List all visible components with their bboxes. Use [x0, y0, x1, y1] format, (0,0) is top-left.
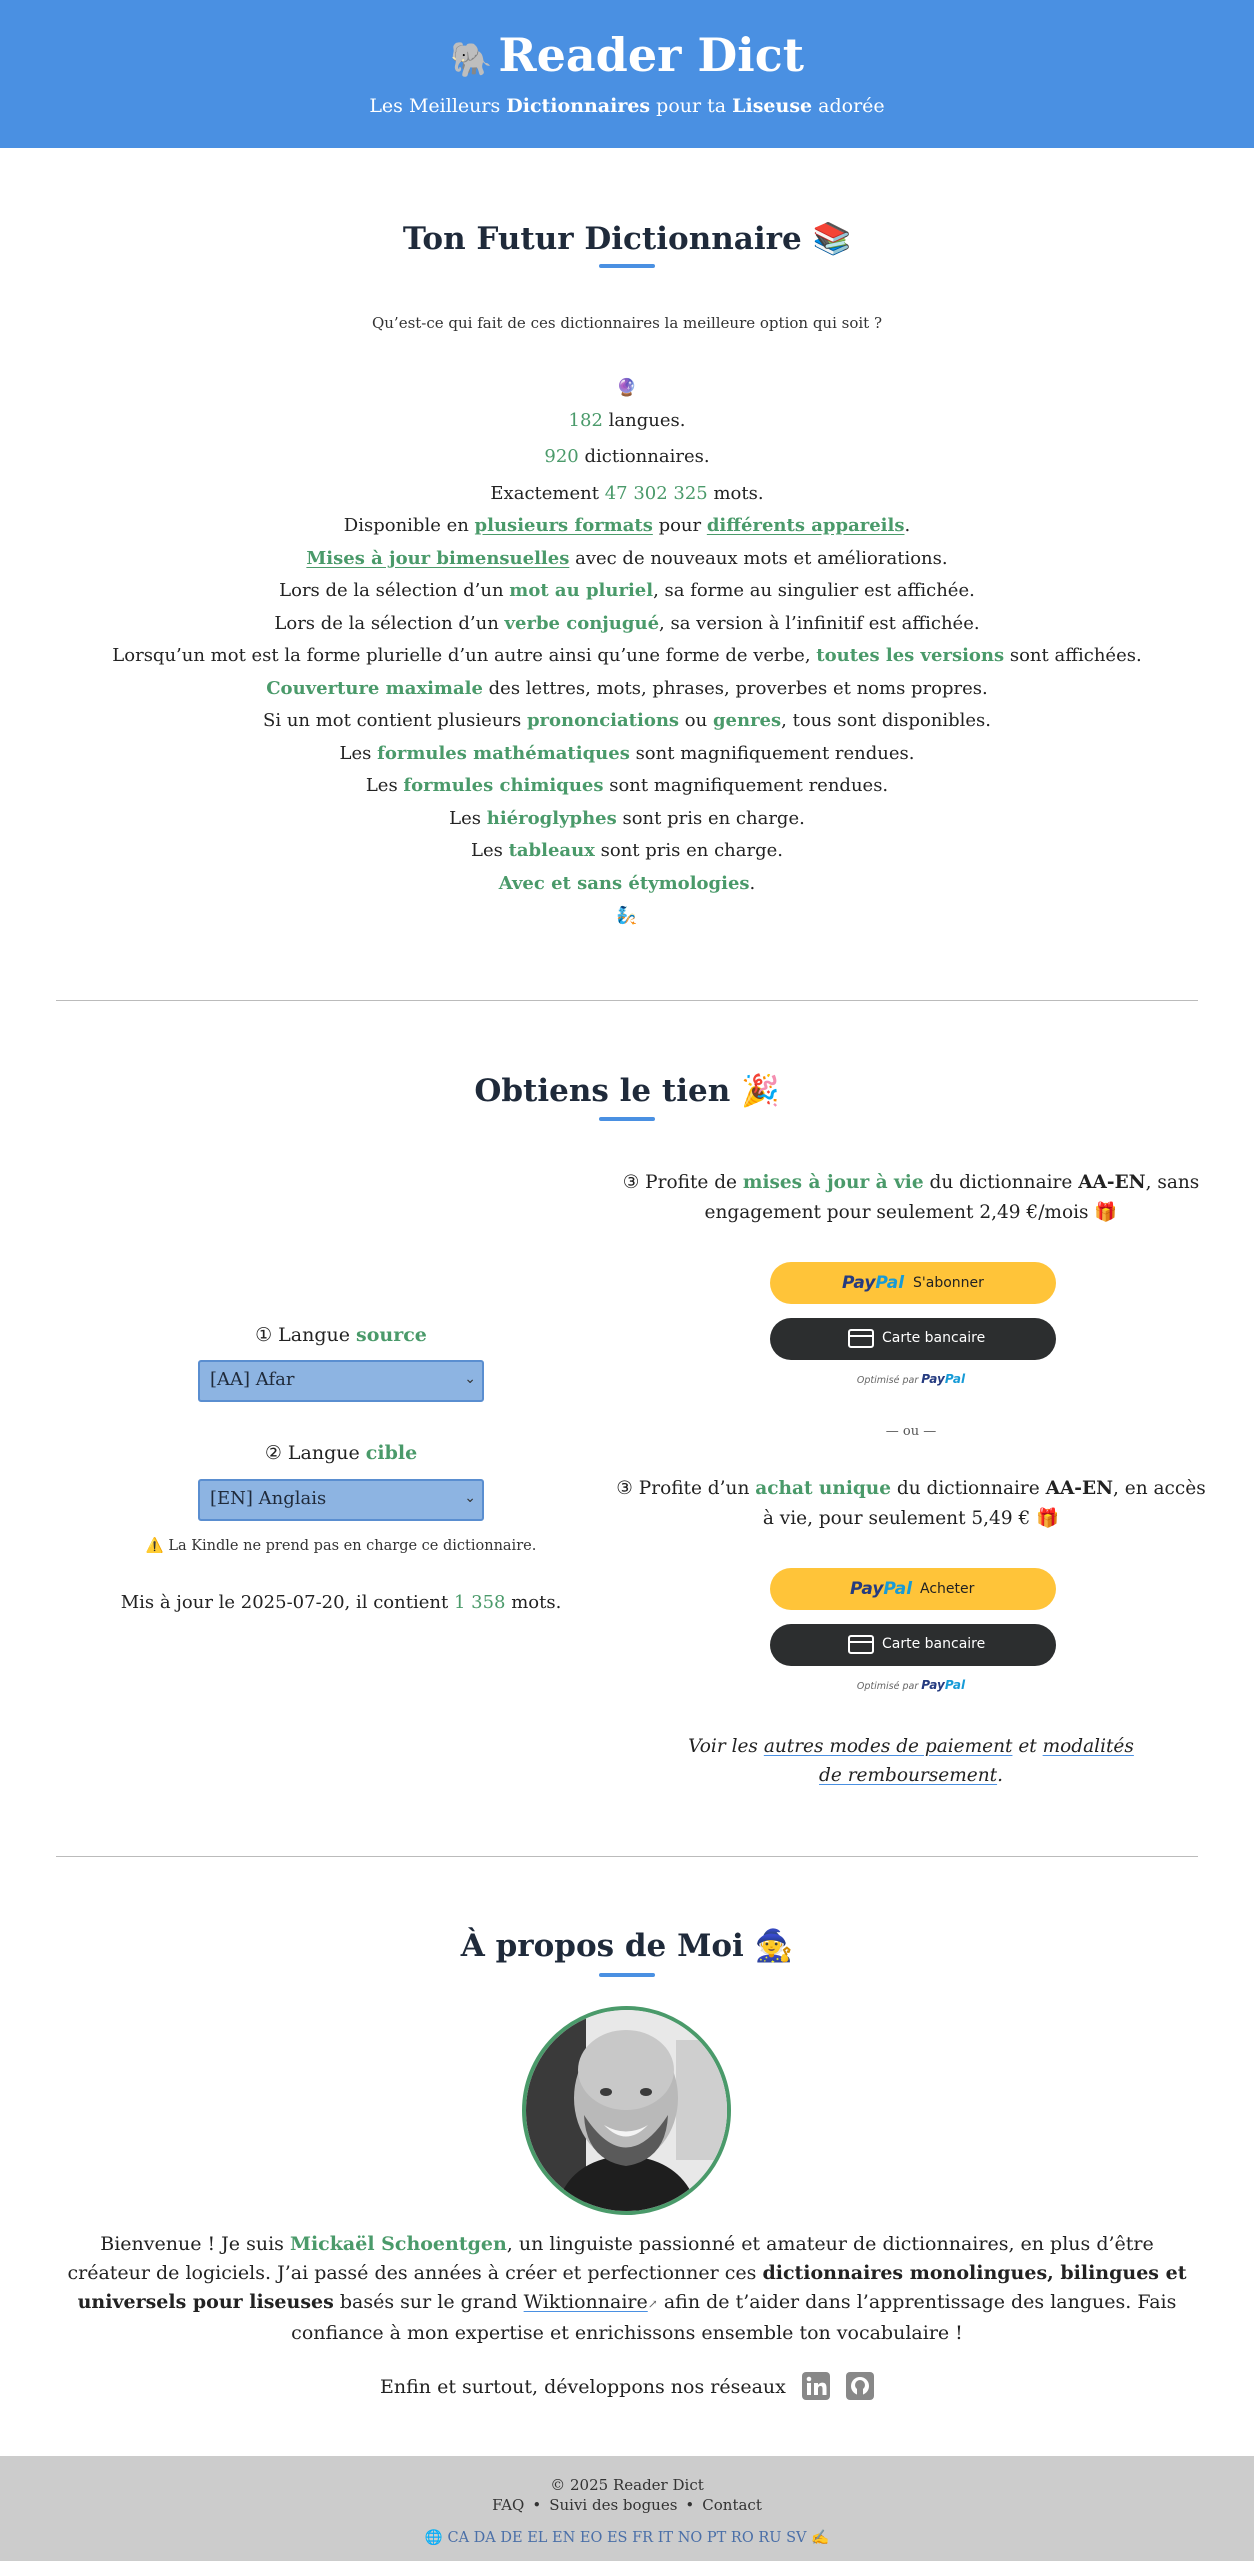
avatar: [522, 2006, 731, 2215]
chevron-down-icon: ⌄: [464, 1490, 476, 1506]
paypal-logo-icon: PayPal: [850, 1579, 912, 1599]
label-text: Langue: [281, 1442, 366, 1464]
portrait-image: [526, 2010, 727, 2211]
other-payment-info: Voir les autres modes de paiement et mod…: [676, 1732, 1146, 1790]
social-text: Enfin et surtout, développons nos réseau…: [380, 2376, 786, 2398]
selected-value: [EN] Anglais: [210, 1488, 327, 1509]
paypal-logo-icon: PayPal: [842, 1273, 904, 1293]
word-count: 1 358: [453, 1592, 506, 1613]
faq-link[interactable]: FAQ: [492, 2496, 524, 2514]
info-text: Voir les: [688, 1736, 764, 1757]
offer-highlight: achat unique: [755, 1478, 892, 1499]
credit-card-icon: [848, 1635, 874, 1654]
update-text: mots.: [505, 1592, 562, 1613]
bug-tracker-link[interactable]: Suivi des bogues: [549, 2496, 677, 2514]
copyright: © 2025 Reader Dict: [550, 2476, 704, 2494]
language-switcher[interactable]: 🌐 CA DA DE EL EN EO ES FR IT NO PT RO RU…: [0, 2529, 1254, 2546]
section-divider: [56, 1856, 1198, 1857]
paypal-powered-by: Optimisé par PayPal: [616, 1372, 1206, 1386]
paypal-logo-part: Pal: [944, 1372, 966, 1386]
paypal-action-label: S'abonner: [913, 1275, 984, 1291]
credit-card-icon: [848, 1329, 874, 1348]
about-title: À propos de Moi 🧙: [460, 1928, 794, 1964]
label-highlight: cible: [365, 1442, 418, 1464]
contact-link[interactable]: Contact: [702, 2496, 762, 2514]
paypal-action-label: Acheter: [920, 1581, 975, 1597]
or-divider: — ou —: [885, 1424, 937, 1439]
target-language-label: ② Langue cible: [56, 1442, 626, 1464]
about-text: basés sur le grand: [333, 2291, 524, 2313]
paypal-buy-button[interactable]: PayPal Acheter: [770, 1568, 1056, 1610]
language-picker: ① Langue source [AA] Afar ⌄ ② Langue cib…: [56, 0, 626, 2561]
target-language-select[interactable]: [EN] Anglais ⌄: [198, 1479, 484, 1521]
linkedin-glyph: [806, 2376, 827, 2395]
label-text: Langue: [272, 1324, 357, 1346]
paypal-logo-part: Pal: [944, 1678, 966, 1692]
offer-text: du dictionnaire: [891, 1478, 1046, 1499]
offer-text: Profite de: [639, 1172, 743, 1193]
title-underline: [599, 1973, 655, 1977]
author-name-link[interactable]: Mickaël Schoentgen: [290, 2233, 507, 2255]
about-description: Bienvenue ! Je suis Mickaël Schoentgen, …: [60, 2230, 1194, 2348]
github-icon[interactable]: [845, 2372, 874, 2400]
social-row: Enfin et surtout, développons nos réseau…: [0, 2372, 1254, 2402]
about-text: Bienvenue ! Je suis: [100, 2233, 290, 2255]
paypal-logo-part: Pay: [842, 1273, 876, 1293]
paypal-logo-icon: PayPal: [921, 1372, 965, 1386]
source-language-select[interactable]: [AA] Afar ⌄: [198, 1360, 484, 1402]
offer-text: Profite d’un: [632, 1478, 756, 1499]
wiktionary-link[interactable]: Wiktionnaire: [524, 2291, 648, 2313]
subscription-offer: ③ Profite de mises à jour à vie du dicti…: [616, 1168, 1206, 1228]
step-number: ①: [255, 1324, 273, 1346]
dictionary-update-info: Mis à jour le 2025-07-20, il contient 1 …: [56, 1592, 626, 1613]
offer-text: du dictionnaire: [923, 1172, 1079, 1193]
linkedin-icon[interactable]: [801, 2372, 830, 2400]
github-glyph: [850, 2377, 869, 2396]
step-number: ③: [622, 1172, 640, 1193]
step-number: ③: [616, 1478, 633, 1499]
paypal-logo-part: Pay: [921, 1372, 945, 1386]
card-subscribe-button[interactable]: Carte bancaire: [770, 1318, 1056, 1360]
info-text: .: [997, 1765, 1003, 1786]
step-number: ②: [264, 1442, 282, 1464]
payment-methods-link[interactable]: autres modes de paiement: [764, 1736, 1013, 1757]
powered-text: Optimisé par: [856, 1681, 922, 1692]
external-link-icon: ↗: [647, 2297, 658, 2311]
offer-bold: AA-EN: [1078, 1172, 1146, 1193]
card-label: Carte bancaire: [882, 1330, 986, 1346]
selected-value: [AA] Afar: [210, 1369, 295, 1390]
site-footer: © 2025 Reader Dict FAQ • Suivi des bogues •…: [0, 2456, 1254, 2561]
update-text: Mis à jour le 2025-07-20, il contient: [120, 1592, 454, 1613]
info-text: et: [1012, 1736, 1043, 1757]
separator: •: [532, 2496, 542, 2514]
label-highlight: source: [356, 1324, 427, 1346]
paypal-logo-part: Pay: [921, 1678, 945, 1692]
source-language-label: ① Langue source: [56, 1324, 626, 1346]
paypal-subscribe-button[interactable]: PayPal S'abonner: [770, 1262, 1056, 1304]
offer-highlight: mises à jour à vie: [742, 1172, 924, 1193]
paypal-logo-part: Pay: [850, 1579, 884, 1599]
chevron-down-icon: ⌄: [464, 1371, 476, 1387]
card-buy-button[interactable]: Carte bancaire: [770, 1624, 1056, 1666]
footer-links: FAQ • Suivi des bogues • Contact: [0, 2496, 1254, 2514]
powered-text: Optimisé par: [856, 1375, 922, 1386]
paypal-powered-by: Optimisé par PayPal: [616, 1678, 1206, 1692]
separator: •: [685, 2496, 695, 2514]
paypal-logo-part: Pal: [883, 1579, 913, 1599]
offer-bold: AA-EN: [1045, 1478, 1113, 1499]
paypal-logo-part: Pal: [875, 1273, 905, 1293]
card-label: Carte bancaire: [882, 1636, 986, 1652]
purchase-offer: ③ Profite d’un achat unique du dictionna…: [616, 1474, 1206, 1534]
paypal-logo-icon: PayPal: [921, 1678, 965, 1692]
kindle-warning: ⚠️ La Kindle ne prend pas en charge ce d…: [145, 1538, 537, 1554]
